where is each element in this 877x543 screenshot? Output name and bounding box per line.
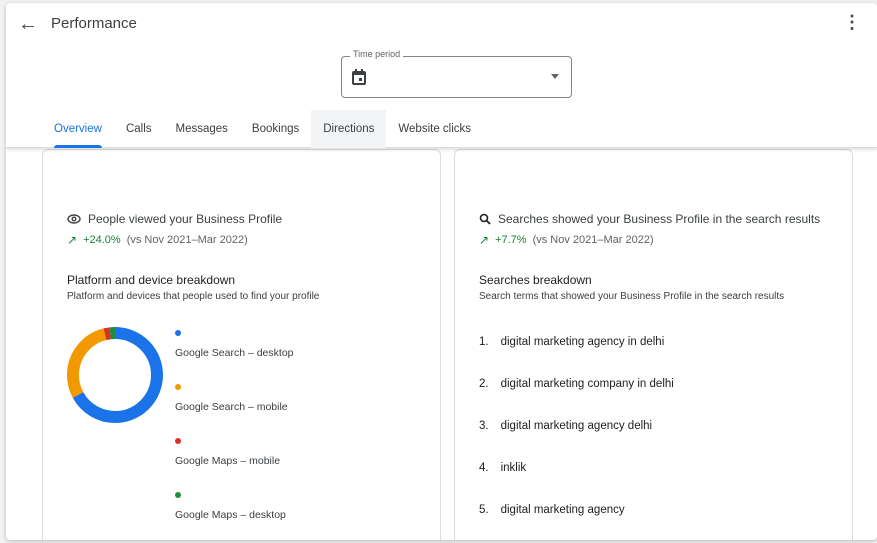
tab-bookings[interactable]: Bookings [240,110,311,148]
legend-label: Google Maps – desktop [175,509,286,521]
term-rank: 2. [479,378,489,390]
views-title: People viewed your Business Profile [88,212,283,226]
term-text: digital marketing company in delhi [500,378,674,390]
term-rank: 4. [479,462,489,474]
more-options-icon[interactable]: ⋮ [843,12,861,33]
legend-dot [175,384,181,390]
term-rank: 1. [479,336,489,348]
trending-up-icon: ↗ [67,233,78,247]
tab-messages[interactable]: Messages [164,110,240,148]
platform-breakdown-title: Platform and device breakdown [67,273,236,287]
platform-donut-chart [67,327,163,423]
time-period-label: Time period [350,49,404,59]
legend-dot [175,330,181,336]
header: ← Performance ⋮ Time period Overview Cal… [6,3,877,148]
legend-dot [175,438,181,444]
tab-calls[interactable]: Calls [114,110,164,148]
term-rank: 5. [479,504,489,516]
search-term-item[interactable]: 5. digital marketing agency [479,504,674,540]
legend-dot [175,492,181,498]
tab-bar: Overview Calls Messages Bookings Directi… [42,110,483,148]
dropdown-caret-icon [551,74,559,79]
views-compare: (vs Nov 2021–Mar 2022) [126,234,248,246]
searches-delta: +7.7% [495,234,527,246]
term-text: digital marketing agency in delhi [500,336,665,348]
search-icon [479,213,491,225]
searches-compare: (vs Nov 2021–Mar 2022) [532,234,654,246]
back-arrow-icon[interactable]: ← [18,13,38,36]
searches-title: Searches showed your Business Profile in… [498,212,821,226]
eye-icon [67,214,81,224]
search-term-item[interactable]: 1. digital marketing agency in delhi [479,336,674,378]
platform-breakdown-subtitle: Platform and devices that people used to… [67,291,320,302]
term-text: digital marketing agency [500,504,625,516]
search-term-item[interactable]: 2. digital marketing company in delhi [479,378,674,420]
legend-label: Google Search – mobile [175,401,288,413]
searches-card: Searches showed your Business Profile in… [454,149,853,540]
search-term-item[interactable]: 4. inklik [479,462,674,504]
page-title: Performance [51,15,137,32]
performance-panel: ← Performance ⋮ Time period Overview Cal… [6,3,877,540]
calendar-icon [352,69,366,85]
term-text: inklik [500,462,527,474]
views-delta: +24.0% [83,234,121,246]
tab-overview[interactable]: Overview [42,110,114,148]
legend-label: Google Maps – mobile [175,455,281,467]
term-rank: 3. [479,420,489,432]
term-text: digital marketing agency delhi [500,420,653,432]
trending-up-icon: ↗ [479,233,490,247]
profile-views-card: People viewed your Business Profile ↗ +24… [42,149,441,540]
legend-label: Google Search – desktop [175,347,294,359]
search-terms-list: 1. digital marketing agency in delhi 2. di… [479,336,674,540]
tab-website-clicks[interactable]: Website clicks [386,110,483,148]
time-period-select[interactable]: Time period [341,49,572,98]
searches-breakdown-subtitle: Search terms that showed your Business P… [479,291,785,302]
tab-directions[interactable]: Directions [311,110,387,148]
search-term-item[interactable]: 3. digital marketing agency delhi [479,420,674,462]
searches-breakdown-title: Searches breakdown [479,273,592,287]
